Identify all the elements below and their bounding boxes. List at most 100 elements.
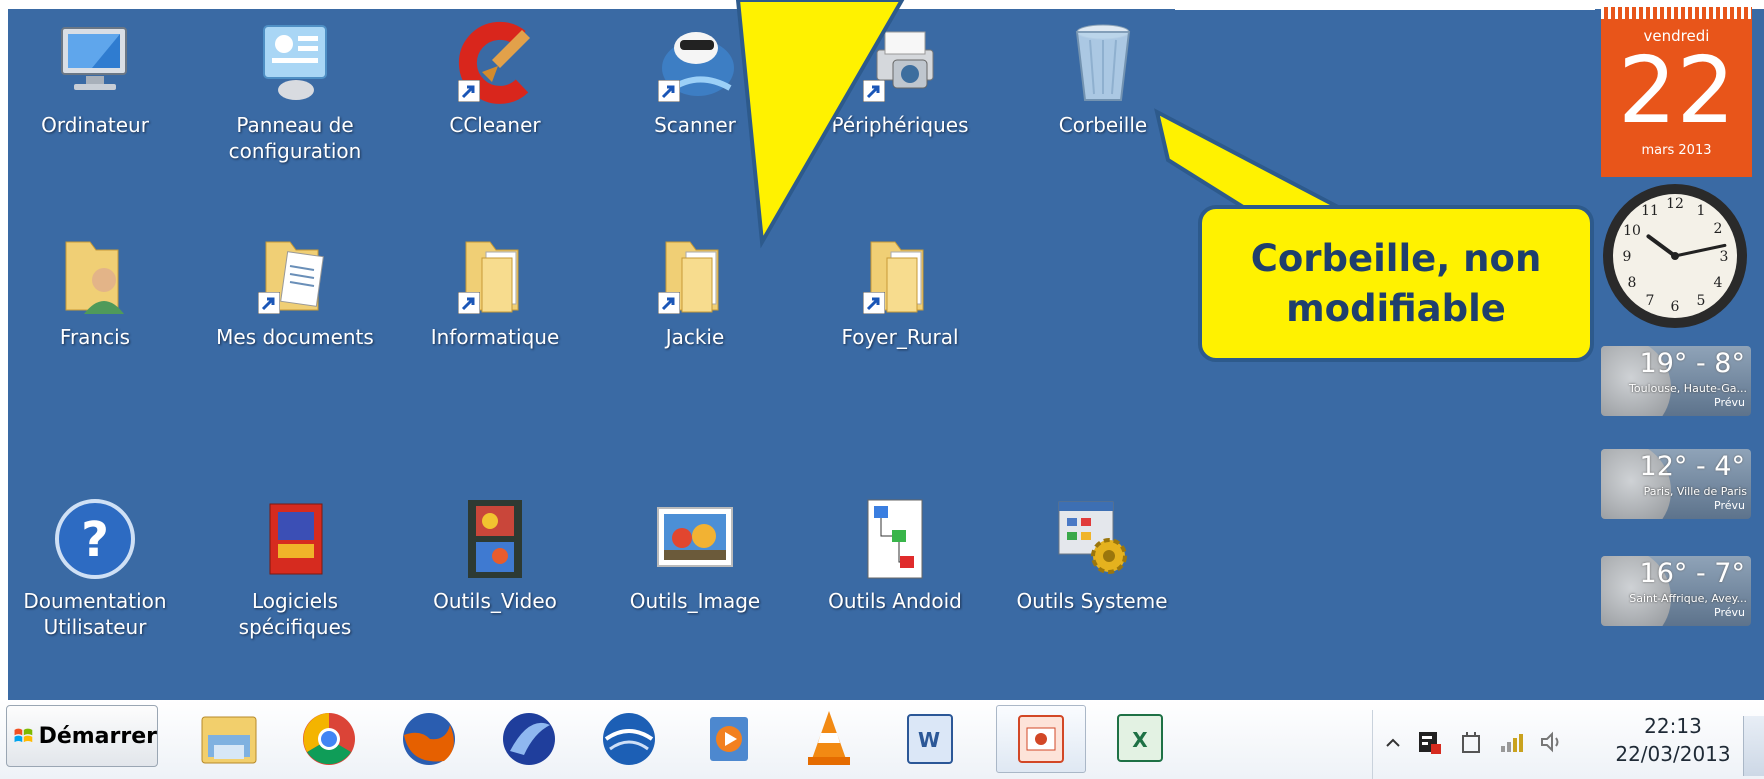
desktop-icon-doumentation-utilisateur[interactable]: ? Doumentation Utilisateur [0, 496, 190, 640]
desktop-icon-foyer-rural[interactable]: Foyer_Rural [805, 232, 995, 350]
taskbar-app-word[interactable]: W [884, 705, 974, 773]
start-button[interactable]: Démarrer [6, 705, 158, 767]
folder-icon [652, 232, 738, 318]
svg-text:12: 12 [1666, 196, 1684, 212]
folder-icon [452, 232, 538, 318]
help-icon: ? [52, 496, 138, 582]
film-icon [452, 496, 538, 582]
svg-text:?: ? [81, 512, 109, 568]
recycle-bin-icon [1060, 20, 1146, 106]
annotation-callout: Corbeille, non modifiable [1198, 205, 1594, 362]
icon-label: Scanner [654, 113, 736, 137]
volume-icon[interactable] [1537, 728, 1565, 756]
screen-edge [1175, 0, 1595, 10]
vlc-icon [808, 711, 850, 765]
desktop-icon-logiciels-specifiques[interactable]: Logiciels spécifiques [200, 496, 390, 640]
icon-label: Outils_Image [629, 589, 761, 613]
diagram-icon [852, 496, 938, 582]
desktop-icon-ordinateur[interactable]: Ordinateur [0, 20, 190, 138]
chrome-icon [303, 713, 355, 765]
taskbar-app-powerpoint[interactable] [996, 705, 1086, 773]
user-folder-icon [52, 232, 138, 318]
book-icon [252, 496, 338, 582]
icon-label: Jackie [665, 325, 725, 349]
desktop[interactable]: Ordinateur Panneau de configuration CCle… [0, 0, 1764, 700]
taskbar-app-media-player[interactable] [684, 705, 774, 773]
desktop-icon-outils-video[interactable]: Outils_Video [400, 496, 590, 614]
excel-icon: X [1117, 714, 1163, 762]
icon-label: Outils Andoid [828, 589, 962, 613]
desktop-icon-outils-image[interactable]: Outils_Image [600, 496, 790, 614]
show-hidden-icons-chevron-icon[interactable] [1383, 734, 1403, 754]
power-plug-icon[interactable] [1457, 728, 1485, 756]
taskbar-app-vlc[interactable] [784, 705, 874, 773]
file-explorer-icon [201, 716, 257, 764]
svg-text:X: X [1132, 728, 1148, 752]
weather-location: Toulouse, Haute-Ga... [1629, 382, 1747, 395]
desktop-icon-scanner[interactable]: Scanner [600, 20, 790, 138]
desktop-icon-peripheriques[interactable]: Périphériques [805, 20, 995, 138]
taskbar-app-excel[interactable]: X [1096, 705, 1186, 773]
documents-folder-icon [252, 232, 338, 318]
shortcut-arrow-icon [458, 292, 480, 314]
calendar-month-year: mars 2013 [1641, 143, 1712, 158]
desktop-icon-ccleaner[interactable]: CCleaner [400, 20, 590, 138]
control-panel-icon [252, 20, 338, 106]
desktop-icon-corbeille[interactable]: Corbeille [1008, 20, 1198, 138]
weather-location: Saint-Affrique, Avey... [1629, 592, 1747, 605]
calendar-binding [1601, 7, 1752, 19]
taskbar-app-thunderbird[interactable] [484, 705, 574, 773]
system-tray: 22:13 22/03/2013 [1372, 710, 1764, 779]
icon-label: Informatique [430, 325, 560, 349]
desktop-icon-mes-documents[interactable]: Mes documents [200, 232, 390, 350]
clock-face-icon: 12 1234567891011 [1603, 184, 1747, 328]
start-label: Démarrer [38, 723, 157, 749]
firefox-icon [403, 713, 455, 765]
desktop-icon-outils-andoid[interactable]: Outils Andoid [800, 496, 990, 614]
shortcut-arrow-icon [658, 292, 680, 314]
devices-icon [857, 20, 943, 106]
taskbar-app-google-earth[interactable] [584, 705, 674, 773]
scanner-icon [652, 20, 738, 106]
thunderbird-icon [503, 713, 555, 765]
shortcut-arrow-icon [863, 80, 885, 102]
computer-icon [52, 20, 138, 106]
network-signal-icon[interactable] [1497, 728, 1525, 756]
icon-label: CCleaner [449, 113, 541, 137]
icon-label: Foyer_Rural [841, 325, 959, 349]
icon-label: Corbeille [1058, 113, 1148, 137]
tray-clock[interactable]: 22:13 22/03/2013 [1613, 712, 1733, 768]
weather-gadget-toulouse[interactable]: 19° - 8° Toulouse, Haute-Ga... Prévu [1601, 346, 1751, 416]
image-icon [652, 496, 738, 582]
weather-temperature: 16° - 7° [1639, 558, 1745, 589]
desktop-icon-informatique[interactable]: Informatique [400, 232, 590, 350]
icon-label: Logiciels spécifiques [238, 589, 352, 639]
desktop-icon-francis[interactable]: Francis [0, 232, 190, 350]
tray-time: 22:13 [1644, 714, 1702, 738]
desktop-icon-jackie[interactable]: Jackie [600, 232, 790, 350]
desktop-icon-panneau-de-configuration[interactable]: Panneau de configuration [200, 20, 390, 164]
weather-temperature: 12° - 4° [1639, 451, 1745, 482]
desktop-icon-outils-systeme[interactable]: Outils Systeme [997, 496, 1187, 614]
show-desktop-button[interactable] [1743, 716, 1764, 776]
svg-text:W: W [918, 728, 940, 752]
svg-text:9: 9 [1623, 249, 1632, 265]
shortcut-arrow-icon [658, 80, 680, 102]
clock-gadget[interactable]: 12 1 2 3 4 5 6 7 8 9 10 11 [1600, 181, 1750, 331]
icon-label: Périphériques [831, 113, 969, 137]
ccleaner-icon [452, 20, 538, 106]
weather-gadget-paris[interactable]: 12° - 4° Paris, Ville de Paris Prévu [1601, 449, 1751, 519]
taskbar-app-explorer[interactable] [184, 705, 274, 773]
action-center-icon[interactable] [1415, 728, 1443, 756]
svg-text:8: 8 [1628, 275, 1637, 291]
taskbar-app-firefox[interactable] [384, 705, 474, 773]
icon-label: Doumentation Utilisateur [23, 589, 167, 639]
calendar-gadget[interactable]: vendredi 22 mars 2013 [1601, 7, 1752, 177]
tray-date: 22/03/2013 [1615, 742, 1731, 766]
weather-gadget-saint-affrique[interactable]: 16° - 7° Saint-Affrique, Avey... Prévu [1601, 556, 1751, 626]
svg-text:7: 7 [1646, 293, 1655, 309]
media-player-icon [710, 717, 748, 761]
svg-text:11: 11 [1641, 203, 1659, 219]
calendar-day-number: 22 [1617, 37, 1736, 144]
taskbar-app-chrome[interactable] [284, 705, 374, 773]
